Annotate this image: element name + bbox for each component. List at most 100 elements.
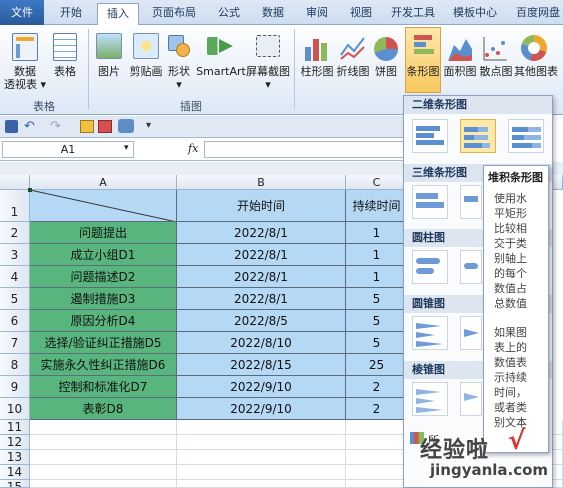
cell-c1-header[interactable]: 持续时间 [346, 190, 408, 222]
cell-task-name[interactable]: 实施永久性纠正措施D6 [30, 354, 177, 376]
row-header-2[interactable]: 2 [0, 222, 30, 244]
row-header-15[interactable]: 15 [0, 480, 30, 488]
cell-duration[interactable]: 1 [346, 244, 408, 266]
clipart-button[interactable]: 剪贴画 [125, 65, 167, 78]
row-header-11[interactable]: 11 [0, 420, 30, 435]
cell-task-name[interactable]: 控制和标准化D7 [30, 376, 177, 398]
toolbar-tool-icon[interactable] [80, 120, 94, 133]
clustered-bar-option[interactable] [412, 119, 448, 153]
cell-duration[interactable]: 25 [346, 354, 408, 376]
toolbar-tool-icon-2[interactable] [98, 120, 112, 133]
tab-file[interactable]: 文件 [0, 0, 44, 25]
row-header-6[interactable]: 6 [0, 310, 30, 332]
row-header-3[interactable]: 3 [0, 244, 30, 266]
customize-toolbar-icon[interactable]: ▾ [146, 120, 151, 131]
undo-icon[interactable]: ↶ [24, 119, 35, 134]
column-chart-button[interactable]: 柱形图 [297, 65, 337, 78]
tab-baidu-netdisk[interactable]: 百度网盘 [508, 3, 563, 25]
cell-task-name[interactable]: 成立小组D1 [30, 244, 177, 266]
tab-formulas[interactable]: 公式 [209, 3, 249, 25]
redo-icon[interactable]: ↷ [50, 119, 61, 134]
picture-button[interactable]: 图片 [90, 65, 128, 78]
pyramid-stacked-option[interactable] [460, 382, 482, 416]
cell-duration[interactable]: 5 [346, 332, 408, 354]
other-charts-icon [521, 35, 547, 61]
tab-insert[interactable]: 插入 [97, 3, 139, 26]
cell-task-name[interactable]: 表彰D8 [30, 398, 177, 420]
stacked-bar-option[interactable] [460, 119, 496, 153]
cell-task-name[interactable]: 问题提出 [30, 222, 177, 244]
row-header-10[interactable]: 10 [0, 398, 30, 420]
row-header-5[interactable]: 5 [0, 288, 30, 310]
3d-stacked-bar-option[interactable] [460, 185, 482, 219]
bar-chart-button[interactable] [405, 27, 441, 93]
cell-start-date[interactable]: 2022/8/1 [177, 288, 346, 310]
tab-developer[interactable]: 开发工具 [385, 3, 441, 25]
pie-chart-button[interactable]: 饼图 [370, 65, 402, 78]
picture-icon [96, 33, 122, 59]
scatter-chart-button[interactable]: 散点图 [476, 65, 516, 78]
100-stacked-bar-option[interactable] [508, 119, 544, 153]
row-header-9[interactable]: 9 [0, 376, 30, 398]
formula-input[interactable] [204, 141, 408, 158]
ribbon-separator [88, 29, 89, 109]
line-chart-button[interactable]: 折线图 [333, 65, 373, 78]
pyramid-bar-option[interactable] [412, 382, 448, 416]
cell-a1-diagonal-header[interactable] [30, 190, 177, 222]
cell-task-name[interactable]: 选择/验证纠正措施D5 [30, 332, 177, 354]
shapes-button[interactable]: 形状 ▾ [164, 65, 194, 91]
row-header-8[interactable]: 8 [0, 354, 30, 376]
cell-duration[interactable]: 1 [346, 222, 408, 244]
cone-bar-option[interactable] [412, 316, 448, 350]
smartart-button[interactable]: SmartArt [196, 65, 246, 78]
pivot-table-button[interactable]: 数据 透视表 ▾ [2, 65, 48, 91]
cell-duration[interactable]: 1 [346, 266, 408, 288]
select-all-corner[interactable] [0, 175, 30, 190]
cell-start-date[interactable]: 2022/8/15 [177, 354, 346, 376]
cone-stacked-option[interactable] [460, 316, 482, 350]
row-header-1[interactable]: 1 [0, 190, 30, 222]
row-header-13[interactable]: 13 [0, 450, 30, 465]
function-icon[interactable]: fx [188, 142, 198, 155]
cell-duration[interactable]: 5 [346, 310, 408, 332]
column-header-b[interactable]: B [177, 175, 346, 190]
cell-duration[interactable]: 5 [346, 288, 408, 310]
cell-start-date[interactable]: 2022/8/1 [177, 244, 346, 266]
tab-view[interactable]: 视图 [341, 3, 381, 25]
tab-page-layout[interactable]: 页面布局 [143, 3, 205, 25]
cell-start-date[interactable]: 2022/8/5 [177, 310, 346, 332]
cell-b1-header[interactable]: 开始时间 [177, 190, 346, 222]
cell-task-name[interactable]: 问题描述D2 [30, 266, 177, 288]
tab-home[interactable]: 开始 [50, 3, 92, 25]
cell-start-date[interactable]: 2022/8/1 [177, 222, 346, 244]
row-header-4[interactable]: 4 [0, 266, 30, 288]
toolbar-tool-icon-3[interactable] [118, 119, 134, 133]
cell-task-name[interactable]: 原因分析D4 [30, 310, 177, 332]
name-box[interactable]: A1 [2, 141, 134, 158]
name-box-dropdown-icon[interactable]: ▾ [124, 143, 129, 153]
area-chart-button[interactable]: 面积图 [440, 65, 480, 78]
row-header-14[interactable]: 14 [0, 465, 30, 480]
cylinder-bar-option[interactable] [412, 250, 448, 284]
column-header-a[interactable]: A [30, 175, 177, 190]
cell-start-date[interactable]: 2022/9/10 [177, 398, 346, 420]
cell-start-date[interactable]: 2022/8/10 [177, 332, 346, 354]
cell-start-date[interactable]: 2022/9/10 [177, 376, 346, 398]
row-header-7[interactable]: 7 [0, 332, 30, 354]
column-header-c[interactable]: C [346, 175, 408, 190]
cell-start-date[interactable]: 2022/8/1 [177, 266, 346, 288]
row-header-12[interactable]: 12 [0, 435, 30, 450]
screenshot-button[interactable]: 屏幕截图 ▾ [244, 65, 292, 91]
cylinder-stacked-option[interactable] [460, 250, 482, 284]
cell-task-name[interactable]: 遏制措施D3 [30, 288, 177, 310]
tab-review[interactable]: 审阅 [297, 3, 337, 25]
3d-clustered-bar-option[interactable] [412, 185, 448, 219]
cell-duration[interactable]: 2 [346, 398, 408, 420]
table-button[interactable]: 表格 [48, 65, 82, 78]
other-charts-button[interactable]: 其他图表 [512, 65, 560, 78]
cell-duration[interactable]: 2 [346, 376, 408, 398]
ribbon-separator-2 [294, 29, 295, 109]
tab-data[interactable]: 数据 [253, 3, 293, 25]
save-icon[interactable] [5, 120, 18, 133]
tab-template-center[interactable]: 模板中心 [444, 3, 506, 25]
